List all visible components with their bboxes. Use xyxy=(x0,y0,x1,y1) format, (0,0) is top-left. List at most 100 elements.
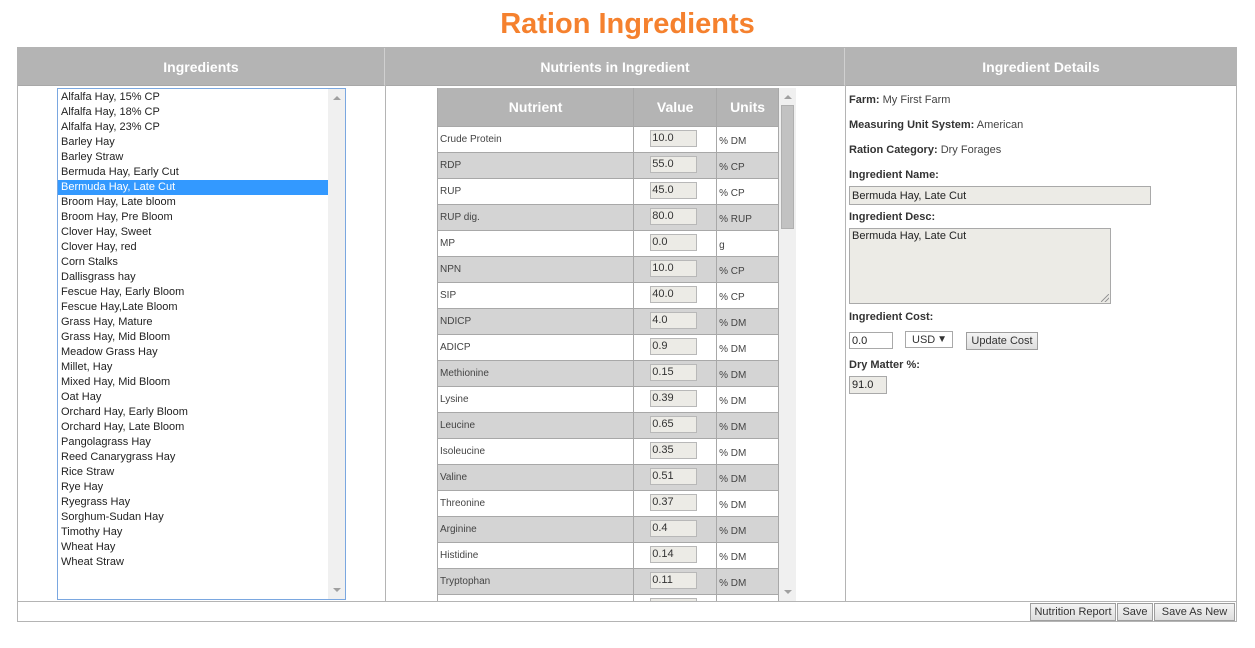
scroll-up-icon[interactable] xyxy=(784,95,792,99)
column-header-units: Units xyxy=(716,88,779,127)
nutrient-name: Histidine xyxy=(437,541,635,569)
nutrient-name: Arginine xyxy=(437,515,635,543)
action-bar: Nutrition Report Save Save As New xyxy=(18,601,1236,621)
ingredient-desc-label: Ingredient Desc: xyxy=(849,211,935,223)
save-button[interactable]: Save xyxy=(1117,603,1153,621)
ingredient-option[interactable]: Alfalfa Hay, 15% CP xyxy=(58,90,329,105)
ingredient-option[interactable]: Meadow Grass Hay xyxy=(58,345,329,360)
update-cost-button[interactable]: Update Cost xyxy=(966,332,1038,350)
nutrient-value-cell xyxy=(633,593,718,601)
ingredient-option[interactable]: Sorghum-Sudan Hay xyxy=(58,510,329,525)
nutrition-report-button[interactable]: Nutrition Report xyxy=(1030,603,1116,621)
nutrient-value-input[interactable] xyxy=(650,571,698,589)
ingredient-option[interactable]: Grass Hay, Mid Bloom xyxy=(58,330,329,345)
nutrient-value-input[interactable] xyxy=(650,415,698,433)
nutrient-name: Crude Protein xyxy=(437,125,635,153)
ingredient-desc-textarea[interactable]: Bermuda Hay, Late Cut xyxy=(849,228,1111,304)
ingredient-option[interactable]: Broom Hay, Late bloom xyxy=(58,195,329,210)
ingredient-option[interactable]: Alfalfa Hay, 18% CP xyxy=(58,105,329,120)
save-as-new-button[interactable]: Save As New xyxy=(1154,603,1235,621)
ingredient-list-scrollbar[interactable] xyxy=(328,89,345,599)
ingredient-option[interactable]: Orchard Hay, Late Bloom xyxy=(58,420,329,435)
ingredient-option[interactable]: Wheat Straw xyxy=(58,555,329,570)
scrollbar-thumb[interactable] xyxy=(781,105,794,229)
farm-row: Farm: My First Farm xyxy=(849,94,950,106)
nutrient-value-input[interactable] xyxy=(650,493,698,511)
ingredient-option[interactable]: Rye Hay xyxy=(58,480,329,495)
nutrient-name: Valine xyxy=(437,463,635,491)
ingredient-option[interactable]: Fescue Hay,Late Bloom xyxy=(58,300,329,315)
nutrient-row: Tryptophan % DM xyxy=(437,567,779,595)
ingredient-option[interactable]: Ryegrass Hay xyxy=(58,495,329,510)
ingredient-option[interactable]: Bermuda Hay, Late Cut xyxy=(58,180,329,195)
resize-grip-icon[interactable] xyxy=(1101,294,1109,302)
scroll-down-icon[interactable] xyxy=(784,590,792,594)
ingredient-option[interactable]: Fescue Hay, Early Bloom xyxy=(58,285,329,300)
scroll-up-icon[interactable] xyxy=(333,96,341,100)
ingredient-option[interactable]: Corn Stalks xyxy=(58,255,329,270)
nutrient-value-input[interactable] xyxy=(650,389,698,407)
ingredient-option[interactable]: Rice Straw xyxy=(58,465,329,480)
ingredient-name-label-text: Ingredient Name: xyxy=(849,169,939,181)
currency-select[interactable]: USD ▼ xyxy=(905,331,953,348)
nutrient-value-cell xyxy=(633,229,718,257)
nutrient-units: % DM xyxy=(716,463,779,491)
nutrient-value-input[interactable] xyxy=(650,311,698,329)
nutrient-value-input[interactable] xyxy=(650,519,698,537)
nutrient-value-input[interactable] xyxy=(650,129,698,147)
ingredient-option[interactable]: Grass Hay, Mature xyxy=(58,315,329,330)
nutrient-value-input[interactable] xyxy=(650,441,698,459)
ingredient-cost-input[interactable] xyxy=(849,332,893,349)
details-column: Ingredient Details Farm: My First Farm M… xyxy=(846,48,1236,602)
dry-matter-input[interactable] xyxy=(849,376,887,394)
nutrient-value-input[interactable] xyxy=(650,259,698,277)
nutrient-row: Leucine % DM xyxy=(437,411,779,439)
nutrient-table-scrollbar[interactable] xyxy=(779,88,796,601)
ingredient-option[interactable]: Broom Hay, Pre Bloom xyxy=(58,210,329,225)
ingredient-option[interactable]: Barley Hay xyxy=(58,135,329,150)
nutrient-row: NPN % CP xyxy=(437,255,779,283)
nutrient-row: SIP % CP xyxy=(437,281,779,309)
ingredient-option[interactable]: Reed Canarygrass Hay xyxy=(58,450,329,465)
ingredient-option[interactable]: Pangolagrass Hay xyxy=(58,435,329,450)
nutrient-value-input[interactable] xyxy=(650,181,698,199)
nutrient-value-input[interactable] xyxy=(650,155,698,173)
ingredient-option[interactable]: Millet, Hay xyxy=(58,360,329,375)
nutrient-value-cell xyxy=(633,541,718,569)
scroll-down-icon[interactable] xyxy=(333,588,341,592)
ingredient-option[interactable]: Orchard Hay, Early Bloom xyxy=(58,405,329,420)
ingredient-option[interactable]: Mixed Hay, Mid Bloom xyxy=(58,375,329,390)
unit-system-value: American xyxy=(976,119,1024,131)
nutrient-value-input[interactable] xyxy=(650,467,698,485)
ingredient-option[interactable]: Wheat Hay xyxy=(58,540,329,555)
nutrient-value-input[interactable] xyxy=(650,207,698,225)
nutrient-units: % DM xyxy=(716,515,779,543)
nutrient-units: % DM xyxy=(716,359,779,387)
ingredient-listbox[interactable]: Alfalfa Hay, 15% CP Alfalfa Hay, 18% CP Al… xyxy=(57,88,346,600)
column-header-nutrient: Nutrient xyxy=(437,88,635,127)
nutrient-value-input[interactable] xyxy=(650,233,698,251)
nutrient-units: % DM xyxy=(716,333,779,361)
nutrient-units: % RUP xyxy=(716,203,779,231)
ingredient-desc-label-text: Ingredient Desc: xyxy=(849,211,936,223)
nutrient-name: RUP xyxy=(437,177,635,205)
ingredient-name-input[interactable] xyxy=(849,186,1151,205)
ingredient-option[interactable]: Dallisgrass hay xyxy=(58,270,329,285)
ingredient-cost-label: Ingredient Cost: xyxy=(849,311,933,323)
ingredient-option[interactable]: Oat Hay xyxy=(58,390,329,405)
nutrient-value-cell xyxy=(633,489,718,517)
nutrient-name: NDICP xyxy=(437,307,635,335)
nutrient-value-input[interactable] xyxy=(650,363,698,381)
ingredient-option[interactable]: Barley Straw xyxy=(58,150,329,165)
ingredient-option[interactable]: Clover Hay, Sweet xyxy=(58,225,329,240)
nutrient-value-input[interactable] xyxy=(650,545,698,563)
nutrient-row: Lysine % DM xyxy=(437,385,779,413)
ingredient-option[interactable]: Alfalfa Hay, 23% CP xyxy=(58,120,329,135)
ingredient-option[interactable]: Bermuda Hay, Early Cut xyxy=(58,165,329,180)
ingredient-option[interactable]: Timothy Hay xyxy=(58,525,329,540)
ingredient-option[interactable]: Clover Hay, red xyxy=(58,240,329,255)
nutrient-value-cell xyxy=(633,307,718,335)
nutrient-units: % DM xyxy=(716,541,779,569)
nutrient-value-input[interactable] xyxy=(650,285,698,303)
nutrient-value-input[interactable] xyxy=(650,337,698,355)
